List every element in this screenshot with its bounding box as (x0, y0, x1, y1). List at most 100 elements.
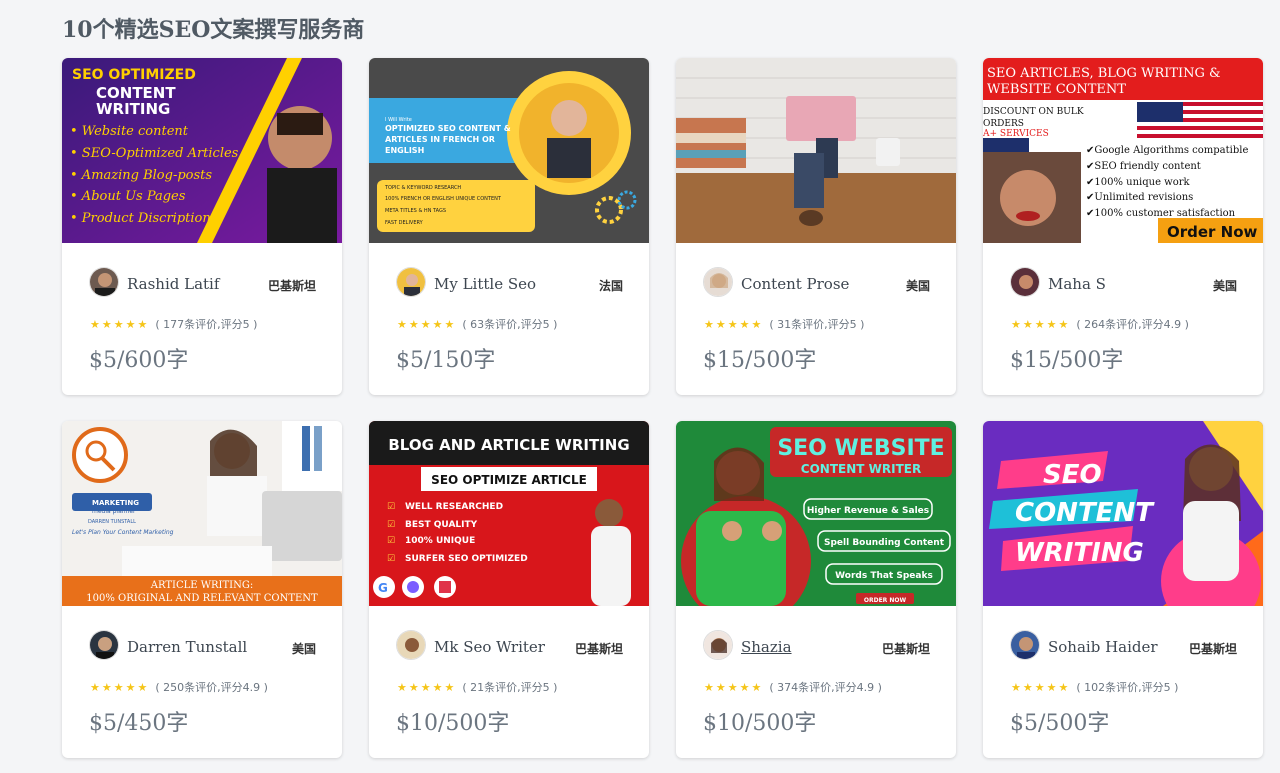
seller-country: 美国 (291, 642, 316, 656)
thumb-text: SEO (1043, 460, 1102, 490)
star-icons: ★★★★★ (397, 680, 457, 694)
thumb-text: ✔Unlimited revisions (1086, 192, 1193, 203)
avatar[interactable] (703, 630, 733, 660)
price: $5/500字 (1010, 711, 1110, 736)
seller-name[interactable]: Maha S (1048, 275, 1106, 293)
seller-name[interactable]: Rashid Latif (127, 275, 219, 293)
star-icons: ★★★★★ (1011, 680, 1071, 694)
service-grid: SEO OPTIMIZED CONTENT WRITING • Website … (62, 58, 1264, 758)
rating: ★★★★★ ( 264条评价,评分4.9 ) (1011, 316, 1189, 332)
thumb-text: ENGLISH (385, 146, 424, 155)
review-count: ( 250条评价,评分4.9 ) (155, 681, 268, 694)
service-card[interactable]: SEO CONTENT WRITING Sohaib Haider 巴基斯坦 ★… (983, 421, 1263, 758)
thumb-text: • Product Discription (70, 211, 211, 226)
service-card[interactable]: Content Prose 美国 ★★★★★ ( 31条评价,评分5 ) $15… (676, 58, 956, 395)
thumb-text: Higher Revenue & Sales (807, 506, 929, 516)
svg-text:G: G (378, 581, 388, 595)
thumb-text: WELL RESEARCHED (405, 502, 503, 512)
seller-name[interactable]: Content Prose (741, 275, 849, 293)
thumb-text: ORDERS (983, 119, 1024, 129)
star-icons: ★★★★★ (704, 317, 764, 331)
seller-name[interactable]: Darren Tunstall (127, 638, 247, 656)
card-thumbnail[interactable]: MARKETING media planner DARREN TUNSTALL … (62, 421, 342, 606)
star-icons: ★★★★★ (1011, 317, 1071, 331)
thumb-text: ARTICLE WRITING: (150, 580, 253, 591)
thumb-text: ✔SEO friendly content (1086, 161, 1201, 172)
thumb-text: SEO ARTICLES, BLOG WRITING & (987, 66, 1221, 81)
seller-country: 巴基斯坦 (267, 279, 316, 293)
review-count: ( 264条评价,评分4.9 ) (1076, 318, 1189, 331)
thumb-text: media planner (92, 508, 136, 515)
card-thumbnail[interactable]: SEO WEBSITE CONTENT WRITER Higher Revenu… (676, 421, 956, 606)
seller-country: 巴基斯坦 (574, 642, 623, 656)
price: $5/150字 (396, 348, 496, 373)
card-thumbnail[interactable]: I Will Write OPTIMIZED SEO CONTENT & ART… (369, 58, 649, 243)
thumb-text: ✔Google Algorithms compatible (1086, 145, 1248, 156)
seller-country: 美国 (905, 279, 930, 293)
star-icons: ★★★★★ (90, 680, 150, 694)
price: $5/600字 (89, 348, 189, 373)
avatar[interactable] (1010, 630, 1040, 660)
price: $10/500字 (396, 711, 510, 736)
thumb-text: ✔100% unique work (1086, 177, 1191, 188)
avatar[interactable] (89, 267, 119, 297)
svg-text:☑: ☑ (387, 520, 395, 530)
seller-country: 法国 (598, 279, 623, 293)
review-count: ( 374条评价,评分4.9 ) (769, 681, 882, 694)
service-card[interactable]: SEO ARTICLES, BLOG WRITING & WEBSITE CON… (983, 58, 1263, 395)
thumb-text: CONTENT WRITER (801, 462, 921, 476)
rating: ★★★★★ ( 374条评价,评分4.9 ) (704, 679, 882, 695)
thumb-text: BEST QUALITY (405, 520, 478, 530)
svg-text:☑: ☑ (387, 502, 395, 512)
seller-name[interactable]: My Little Seo (434, 275, 536, 293)
card-thumbnail[interactable]: SEO CONTENT WRITING (983, 421, 1263, 606)
thumb-text: • SEO-Optimized Articles (70, 146, 239, 161)
thumb-text: • Amazing Blog-posts (70, 168, 212, 183)
thumb-text: TOPIC & KEYWORD RESEARCH (384, 185, 461, 191)
page-title: 10个精选SEO文案撰写服务商 (62, 17, 365, 43)
thumb-text: Spell Bounding Content (824, 538, 945, 548)
thumb-text: Let's Plan Your Content Marketing (72, 529, 174, 536)
review-count: ( 63条评价,评分5 ) (462, 318, 558, 331)
card-thumbnail[interactable]: BLOG AND ARTICLE WRITING SEO OPTIMIZE AR… (369, 421, 649, 606)
service-card[interactable]: MARKETING media planner DARREN TUNSTALL … (62, 421, 342, 758)
avatar[interactable] (89, 630, 119, 660)
card-thumbnail[interactable]: SEO OPTIMIZED CONTENT WRITING • Website … (62, 58, 342, 243)
avatar[interactable] (396, 630, 426, 660)
thumb-text: OPTIMIZED SEO CONTENT & (385, 124, 511, 133)
svg-text:☑: ☑ (387, 536, 395, 546)
star-icons: ★★★★★ (90, 317, 150, 331)
review-count: ( 21条评价,评分5 ) (462, 681, 558, 694)
seller-name[interactable]: Shazia (741, 638, 792, 656)
rating: ★★★★★ ( 177条评价,评分5 ) (90, 316, 257, 332)
rating: ★★★★★ ( 63条评价,评分5 ) (397, 316, 557, 332)
seller-country: 巴基斯坦 (881, 642, 930, 656)
avatar[interactable] (396, 267, 426, 297)
card-thumbnail[interactable] (676, 58, 956, 243)
service-card[interactable]: I Will Write OPTIMIZED SEO CONTENT & ART… (369, 58, 649, 395)
thumb-text: BLOG AND ARTICLE WRITING (388, 436, 629, 454)
thumb-text: MARKETING (92, 499, 139, 507)
thumb-text: 100% FRENCH OR ENGLISH UNIQUE CONTENT (385, 196, 502, 202)
review-count: ( 31条评价,评分5 ) (769, 318, 865, 331)
thumb-text: ✔100% customer satisfaction (1086, 208, 1236, 219)
thumb-text: • Website content (70, 124, 189, 139)
rating: ★★★★★ ( 250条评价,评分4.9 ) (90, 679, 268, 695)
seller-name[interactable]: Mk Seo Writer (434, 638, 545, 656)
price: $15/500字 (1010, 348, 1124, 373)
card-thumbnail[interactable]: SEO ARTICLES, BLOG WRITING & WEBSITE CON… (983, 58, 1263, 243)
review-count: ( 177条评价,评分5 ) (155, 318, 258, 331)
thumb-text: ARTICLES IN FRENCH OR (385, 135, 495, 144)
thumb-text: SEO OPTIMIZED (72, 67, 196, 83)
thumb-text: WEBSITE CONTENT (987, 82, 1126, 97)
avatar[interactable] (703, 267, 733, 297)
seller-name[interactable]: Sohaib Haider (1048, 638, 1158, 656)
service-card[interactable]: BLOG AND ARTICLE WRITING SEO OPTIMIZE AR… (369, 421, 649, 758)
service-card[interactable]: SEO WEBSITE CONTENT WRITER Higher Revenu… (676, 421, 956, 758)
thumb-text: 100% UNIQUE (405, 536, 475, 546)
avatar[interactable] (1010, 267, 1040, 297)
thumb-text: DARREN TUNSTALL (88, 519, 136, 525)
thumb-text: FAST DELIVERY (385, 220, 424, 226)
service-card[interactable]: SEO OPTIMIZED CONTENT WRITING • Website … (62, 58, 342, 395)
star-icons: ★★★★★ (397, 317, 457, 331)
